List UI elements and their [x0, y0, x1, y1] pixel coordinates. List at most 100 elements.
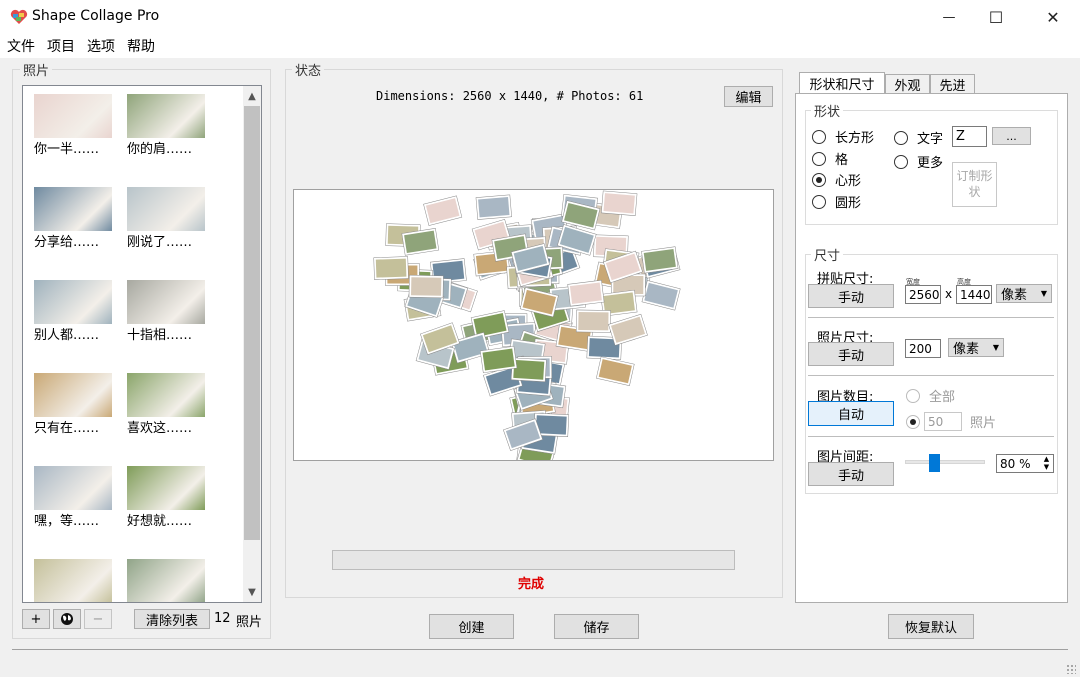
- photo-thumbnail: [34, 94, 112, 138]
- count-option-number[interactable]: 50 照片: [906, 412, 996, 431]
- photo-caption: 只有在……: [34, 421, 100, 436]
- photos-group-label: 照片: [20, 60, 53, 79]
- window-title: Shape Collage Pro: [32, 8, 160, 24]
- shape-option-grid[interactable]: 格: [812, 149, 848, 168]
- photo-count-unit: 照片: [236, 615, 263, 630]
- photo-size-input[interactable]: 200: [905, 339, 941, 358]
- globe-icon: [61, 613, 73, 625]
- radio-text[interactable]: [894, 130, 908, 145]
- spin-up-icon[interactable]: ▲: [1040, 455, 1053, 463]
- photo-size-mode-button[interactable]: 手动: [808, 342, 894, 366]
- create-button[interactable]: 创建: [429, 614, 514, 639]
- collage-height-input[interactable]: 1440: [956, 285, 992, 304]
- chevron-down-icon: ▼: [1040, 289, 1047, 298]
- list-item[interactable]: 十指相……: [127, 280, 205, 343]
- app-icon: [10, 9, 28, 24]
- close-icon: ✕: [1046, 7, 1060, 27]
- shape-option-rectangle[interactable]: 长方形: [812, 127, 874, 146]
- shape-group-label: 形状: [811, 101, 844, 120]
- radio-count-number[interactable]: [906, 414, 920, 429]
- photo-count-input[interactable]: 50: [924, 412, 962, 431]
- photo-unit-select[interactable]: 像素 ▼: [948, 338, 1004, 357]
- collage-width-input[interactable]: 2560: [905, 285, 941, 304]
- close-button[interactable]: ✕: [1030, 0, 1076, 34]
- photo-caption: 刚说了……: [127, 235, 193, 250]
- radio-heart[interactable]: [812, 172, 826, 187]
- divider: [808, 375, 1054, 376]
- photo-unit-value: 像素: [953, 342, 980, 357]
- dimension-separator: x: [945, 287, 953, 301]
- radio-count-all[interactable]: [906, 388, 920, 403]
- scroll-thumb[interactable]: [244, 106, 260, 540]
- collage-photo: [596, 356, 635, 386]
- list-item[interactable]: 别人都……: [34, 280, 112, 343]
- scroll-up-icon[interactable]: ▲: [243, 86, 261, 106]
- list-item[interactable]: 好想就……: [127, 466, 205, 529]
- photo-list[interactable]: 你一半…… 你的肩…… 分享给…… 刚说了…… 别人都…… 十指相…… 只有在…… 喜欢这………: [22, 85, 262, 603]
- dimensions-text: Dimensions: 2560 x 1440, # Photos: 61: [376, 89, 644, 103]
- title-bar: Shape Collage Pro — ☐ ✕: [0, 0, 1080, 34]
- shape-option-text[interactable]: 文字: [894, 128, 943, 147]
- list-item[interactable]: 嘿，等……: [34, 466, 112, 529]
- reset-defaults-button[interactable]: 恢复默认: [888, 614, 974, 639]
- menu-options[interactable]: 选项: [80, 36, 120, 56]
- photo-count-mode-button[interactable]: 自动: [808, 401, 894, 426]
- list-item[interactable]: 分享给……: [34, 187, 112, 250]
- clear-list-button[interactable]: 清除列表: [134, 609, 210, 629]
- collage-photo: [641, 280, 681, 311]
- divider: [808, 436, 1054, 437]
- save-button[interactable]: 储存: [554, 614, 639, 639]
- menu-help[interactable]: 帮助: [120, 36, 160, 56]
- custom-shape-button[interactable]: 订制形状: [952, 162, 997, 207]
- photo-list-scrollbar[interactable]: ▲ ▼: [243, 86, 261, 602]
- photo-caption: 十指相……: [127, 328, 193, 343]
- shape-option-heart[interactable]: 心形: [812, 170, 861, 189]
- edit-button[interactable]: 编辑: [724, 86, 773, 107]
- radio-rectangle[interactable]: [812, 129, 826, 144]
- radio-circle[interactable]: [812, 194, 826, 209]
- add-photo-button[interactable]: +: [22, 609, 50, 629]
- list-item[interactable]: 刚说了……: [127, 187, 205, 250]
- collage-photo: [641, 246, 679, 274]
- photo-thumbnail: [127, 187, 205, 231]
- collage-photo: [567, 279, 605, 307]
- radio-more[interactable]: [894, 154, 908, 169]
- scroll-down-icon[interactable]: ▼: [243, 582, 261, 602]
- list-item[interactable]: [127, 559, 205, 602]
- list-item[interactable]: 只有在……: [34, 373, 112, 436]
- status-bar-divider: [12, 649, 1068, 650]
- list-item[interactable]: [34, 559, 112, 602]
- shape-text-input[interactable]: Z: [952, 126, 987, 147]
- browse-shape-button[interactable]: ...: [992, 127, 1031, 145]
- collage-unit-select[interactable]: 像素 ▼: [996, 284, 1052, 303]
- list-item[interactable]: 喜欢这……: [127, 373, 205, 436]
- list-item[interactable]: 你的肩……: [127, 94, 205, 157]
- minimize-button[interactable]: —: [926, 0, 972, 34]
- collage-photo: [575, 309, 611, 333]
- spacing-spinner[interactable]: ▲ ▼: [1040, 455, 1053, 472]
- shape-option-more[interactable]: 更多: [894, 152, 943, 171]
- menu-file[interactable]: 文件: [0, 36, 40, 56]
- minimize-icon: —: [942, 9, 956, 25]
- shape-option-circle[interactable]: 圆形: [812, 192, 861, 211]
- photo-thumbnail: [34, 559, 112, 602]
- menu-project[interactable]: 项目: [40, 36, 80, 56]
- remove-photo-button[interactable]: −: [84, 609, 112, 629]
- collage-size-mode-button[interactable]: 手动: [808, 284, 894, 308]
- photo-caption: 好想就……: [127, 514, 193, 529]
- tab-shape-size[interactable]: 形状和尺寸: [799, 72, 885, 94]
- web-photo-button[interactable]: [53, 609, 81, 629]
- spacing-mode-button[interactable]: 手动: [808, 462, 894, 486]
- spin-down-icon[interactable]: ▼: [1040, 463, 1053, 471]
- photo-thumbnail: [34, 373, 112, 417]
- tab-advanced[interactable]: 先进: [930, 74, 975, 94]
- shape-option-label: 更多: [917, 156, 944, 171]
- maximize-button[interactable]: ☐: [973, 0, 1019, 34]
- radio-grid[interactable]: [812, 151, 826, 166]
- list-item[interactable]: 你一半……: [34, 94, 112, 157]
- resize-grip-icon[interactable]: [1066, 664, 1076, 674]
- count-option-all[interactable]: 全部: [906, 386, 955, 405]
- spacing-slider-track[interactable]: [905, 454, 985, 472]
- spacing-slider-thumb[interactable]: [929, 454, 940, 472]
- tab-appearance[interactable]: 外观: [885, 74, 930, 94]
